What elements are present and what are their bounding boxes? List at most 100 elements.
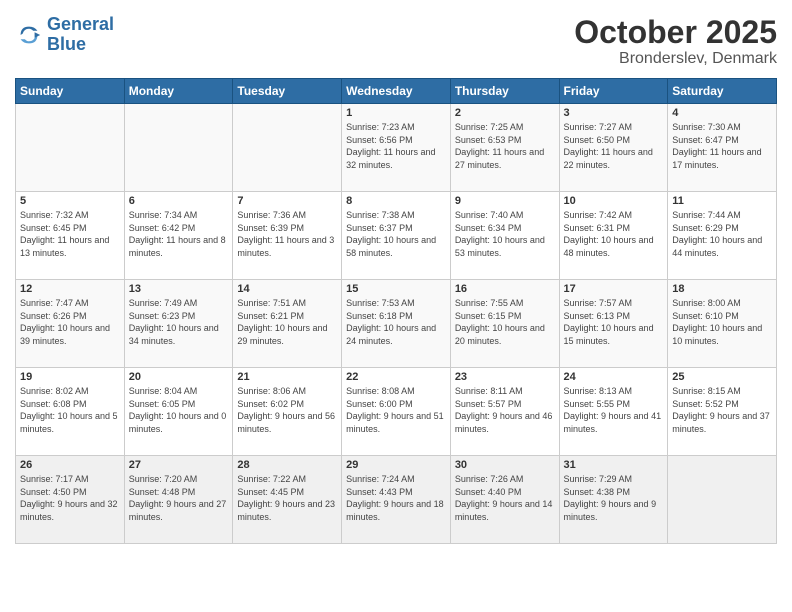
day-number: 16 (455, 283, 555, 295)
day-number: 29 (346, 459, 446, 471)
calendar-table: Sunday Monday Tuesday Wednesday Thursday… (15, 78, 777, 544)
day-cell: 14 Sunrise: 7:51 AMSunset: 6:21 PMDayligh… (233, 280, 342, 368)
day-number: 23 (455, 371, 555, 383)
day-info: Sunrise: 7:27 AMSunset: 6:50 PMDaylight:… (564, 121, 664, 171)
header: General Blue October 2025 Bronderslev, D… (15, 15, 777, 68)
day-number: 25 (672, 371, 772, 383)
col-thursday: Thursday (450, 79, 559, 104)
day-info: Sunrise: 8:08 AMSunset: 6:00 PMDaylight:… (346, 385, 446, 435)
day-number: 17 (564, 283, 664, 295)
col-monday: Monday (124, 79, 233, 104)
day-cell: 9 Sunrise: 7:40 AMSunset: 6:34 PMDaylight… (450, 192, 559, 280)
day-cell: 24 Sunrise: 8:13 AMSunset: 5:55 PMDayligh… (559, 368, 668, 456)
day-info: Sunrise: 7:17 AMSunset: 4:50 PMDaylight:… (20, 473, 120, 523)
day-cell: 4Sunrise: 7:30 AMSunset: 6:47 PMDaylight… (668, 104, 777, 192)
logo: General Blue (15, 15, 114, 55)
day-cell: 30 Sunrise: 7:26 AMSunset: 4:40 PMDayligh… (450, 456, 559, 544)
day-cell: 7 Sunrise: 7:36 AMSunset: 6:39 PMDaylight… (233, 192, 342, 280)
day-info: Sunrise: 8:02 AMSunset: 6:08 PMDaylight:… (20, 385, 120, 435)
day-cell: 6 Sunrise: 7:34 AMSunset: 6:42 PMDaylight… (124, 192, 233, 280)
day-cell: 27 Sunrise: 7:20 AMSunset: 4:48 PMDayligh… (124, 456, 233, 544)
day-cell: 8 Sunrise: 7:38 AMSunset: 6:37 PMDaylight… (342, 192, 451, 280)
day-cell: 26 Sunrise: 7:17 AMSunset: 4:50 PMDayligh… (16, 456, 125, 544)
day-cell: 18 Sunrise: 8:00 AMSunset: 6:10 PMDayligh… (668, 280, 777, 368)
day-cell (233, 104, 342, 192)
day-cell: 10Sunrise: 7:42 AMSunset: 6:31 PMDayligh… (559, 192, 668, 280)
day-info: Sunrise: 7:25 AMSunset: 6:53 PMDaylight:… (455, 121, 555, 171)
header-row: Sunday Monday Tuesday Wednesday Thursday… (16, 79, 777, 104)
week-row-1: 1 Sunrise: 7:23 AMSunset: 6:56 PMDaylight… (16, 104, 777, 192)
day-number: 27 (129, 459, 229, 471)
day-info: Sunrise: 7:53 AMSunset: 6:18 PMDaylight:… (346, 297, 446, 347)
page: General Blue October 2025 Bronderslev, D… (0, 0, 792, 612)
day-info: Sunrise: 7:38 AMSunset: 6:37 PMDaylight:… (346, 209, 446, 259)
day-cell (668, 456, 777, 544)
day-cell: 2 Sunrise: 7:25 AMSunset: 6:53 PMDaylight… (450, 104, 559, 192)
day-info: Sunrise: 7:22 AMSunset: 4:45 PMDaylight:… (237, 473, 337, 523)
day-info: Sunrise: 7:55 AMSunset: 6:15 PMDaylight:… (455, 297, 555, 347)
day-number: 5 (20, 195, 120, 207)
calendar-title: October 2025 (574, 15, 777, 50)
col-sunday: Sunday (16, 79, 125, 104)
day-cell: 22 Sunrise: 8:08 AMSunset: 6:00 PMDayligh… (342, 368, 451, 456)
day-cell: 12Sunrise: 7:47 AMSunset: 6:26 PMDayligh… (16, 280, 125, 368)
day-info: Sunrise: 8:15 AMSunset: 5:52 PMDaylight:… (672, 385, 772, 435)
col-friday: Friday (559, 79, 668, 104)
day-number: 26 (20, 459, 120, 471)
day-number: 19 (20, 371, 120, 383)
day-number: 18 (672, 283, 772, 295)
day-number: 31 (564, 459, 664, 471)
day-cell: 13Sunrise: 7:49 AMSunset: 6:23 PMDayligh… (124, 280, 233, 368)
calendar-body: 1 Sunrise: 7:23 AMSunset: 6:56 PMDaylight… (16, 104, 777, 544)
day-info: Sunrise: 7:36 AMSunset: 6:39 PMDaylight:… (237, 209, 337, 259)
day-number: 7 (237, 195, 337, 207)
day-info: Sunrise: 8:06 AMSunset: 6:02 PMDaylight:… (237, 385, 337, 435)
day-number: 15 (346, 283, 446, 295)
day-cell: 20Sunrise: 8:04 AMSunset: 6:05 PMDayligh… (124, 368, 233, 456)
day-info: Sunrise: 7:51 AMSunset: 6:21 PMDaylight:… (237, 297, 337, 347)
day-info: Sunrise: 8:00 AMSunset: 6:10 PMDaylight:… (672, 297, 772, 347)
day-cell: 25 Sunrise: 8:15 AMSunset: 5:52 PMDayligh… (668, 368, 777, 456)
day-number: 1 (346, 107, 446, 119)
day-number: 24 (564, 371, 664, 383)
day-info: Sunrise: 7:26 AMSunset: 4:40 PMDaylight:… (455, 473, 555, 523)
col-tuesday: Tuesday (233, 79, 342, 104)
day-cell: 29 Sunrise: 7:24 AMSunset: 4:43 PMDayligh… (342, 456, 451, 544)
week-row-2: 5Sunrise: 7:32 AMSunset: 6:45 PMDaylight… (16, 192, 777, 280)
day-info: Sunrise: 7:23 AMSunset: 6:56 PMDaylight:… (346, 121, 446, 171)
week-row-3: 12Sunrise: 7:47 AMSunset: 6:26 PMDayligh… (16, 280, 777, 368)
day-number: 21 (237, 371, 337, 383)
day-number: 10 (564, 195, 664, 207)
day-cell: 19 Sunrise: 8:02 AMSunset: 6:08 PMDayligh… (16, 368, 125, 456)
day-cell (124, 104, 233, 192)
day-number: 30 (455, 459, 555, 471)
title-block: October 2025 Bronderslev, Denmark (574, 15, 777, 68)
day-number: 28 (237, 459, 337, 471)
day-number: 14 (237, 283, 337, 295)
day-number: 22 (346, 371, 446, 383)
col-saturday: Saturday (668, 79, 777, 104)
day-cell: 31 Sunrise: 7:29 AMSunset: 4:38 PMDayligh… (559, 456, 668, 544)
day-cell: 15 Sunrise: 7:53 AMSunset: 6:18 PMDayligh… (342, 280, 451, 368)
day-number: 3 (564, 107, 664, 119)
day-cell (16, 104, 125, 192)
week-row-4: 19 Sunrise: 8:02 AMSunset: 6:08 PMDayligh… (16, 368, 777, 456)
day-cell: 3 Sunrise: 7:27 AMSunset: 6:50 PMDaylight… (559, 104, 668, 192)
day-cell: 5Sunrise: 7:32 AMSunset: 6:45 PMDaylight… (16, 192, 125, 280)
day-info: Sunrise: 7:29 AMSunset: 4:38 PMDaylight:… (564, 473, 664, 523)
logo-icon (15, 21, 43, 49)
day-info: Sunrise: 7:20 AMSunset: 4:48 PMDaylight:… (129, 473, 229, 523)
day-info: Sunrise: 7:49 AMSunset: 6:23 PMDaylight:… (129, 297, 229, 347)
day-number: 6 (129, 195, 229, 207)
day-info: Sunrise: 8:13 AMSunset: 5:55 PMDaylight:… (564, 385, 664, 435)
day-number: 8 (346, 195, 446, 207)
day-number: 2 (455, 107, 555, 119)
day-info: Sunrise: 7:44 AMSunset: 6:29 PMDaylight:… (672, 209, 772, 259)
day-info: Sunrise: 7:34 AMSunset: 6:42 PMDaylight:… (129, 209, 229, 259)
day-info: Sunrise: 7:24 AMSunset: 4:43 PMDaylight:… (346, 473, 446, 523)
day-info: Sunrise: 7:40 AMSunset: 6:34 PMDaylight:… (455, 209, 555, 259)
day-cell: 16 Sunrise: 7:55 AMSunset: 6:15 PMDayligh… (450, 280, 559, 368)
day-number: 9 (455, 195, 555, 207)
day-cell: 11Sunrise: 7:44 AMSunset: 6:29 PMDayligh… (668, 192, 777, 280)
day-number: 20 (129, 371, 229, 383)
